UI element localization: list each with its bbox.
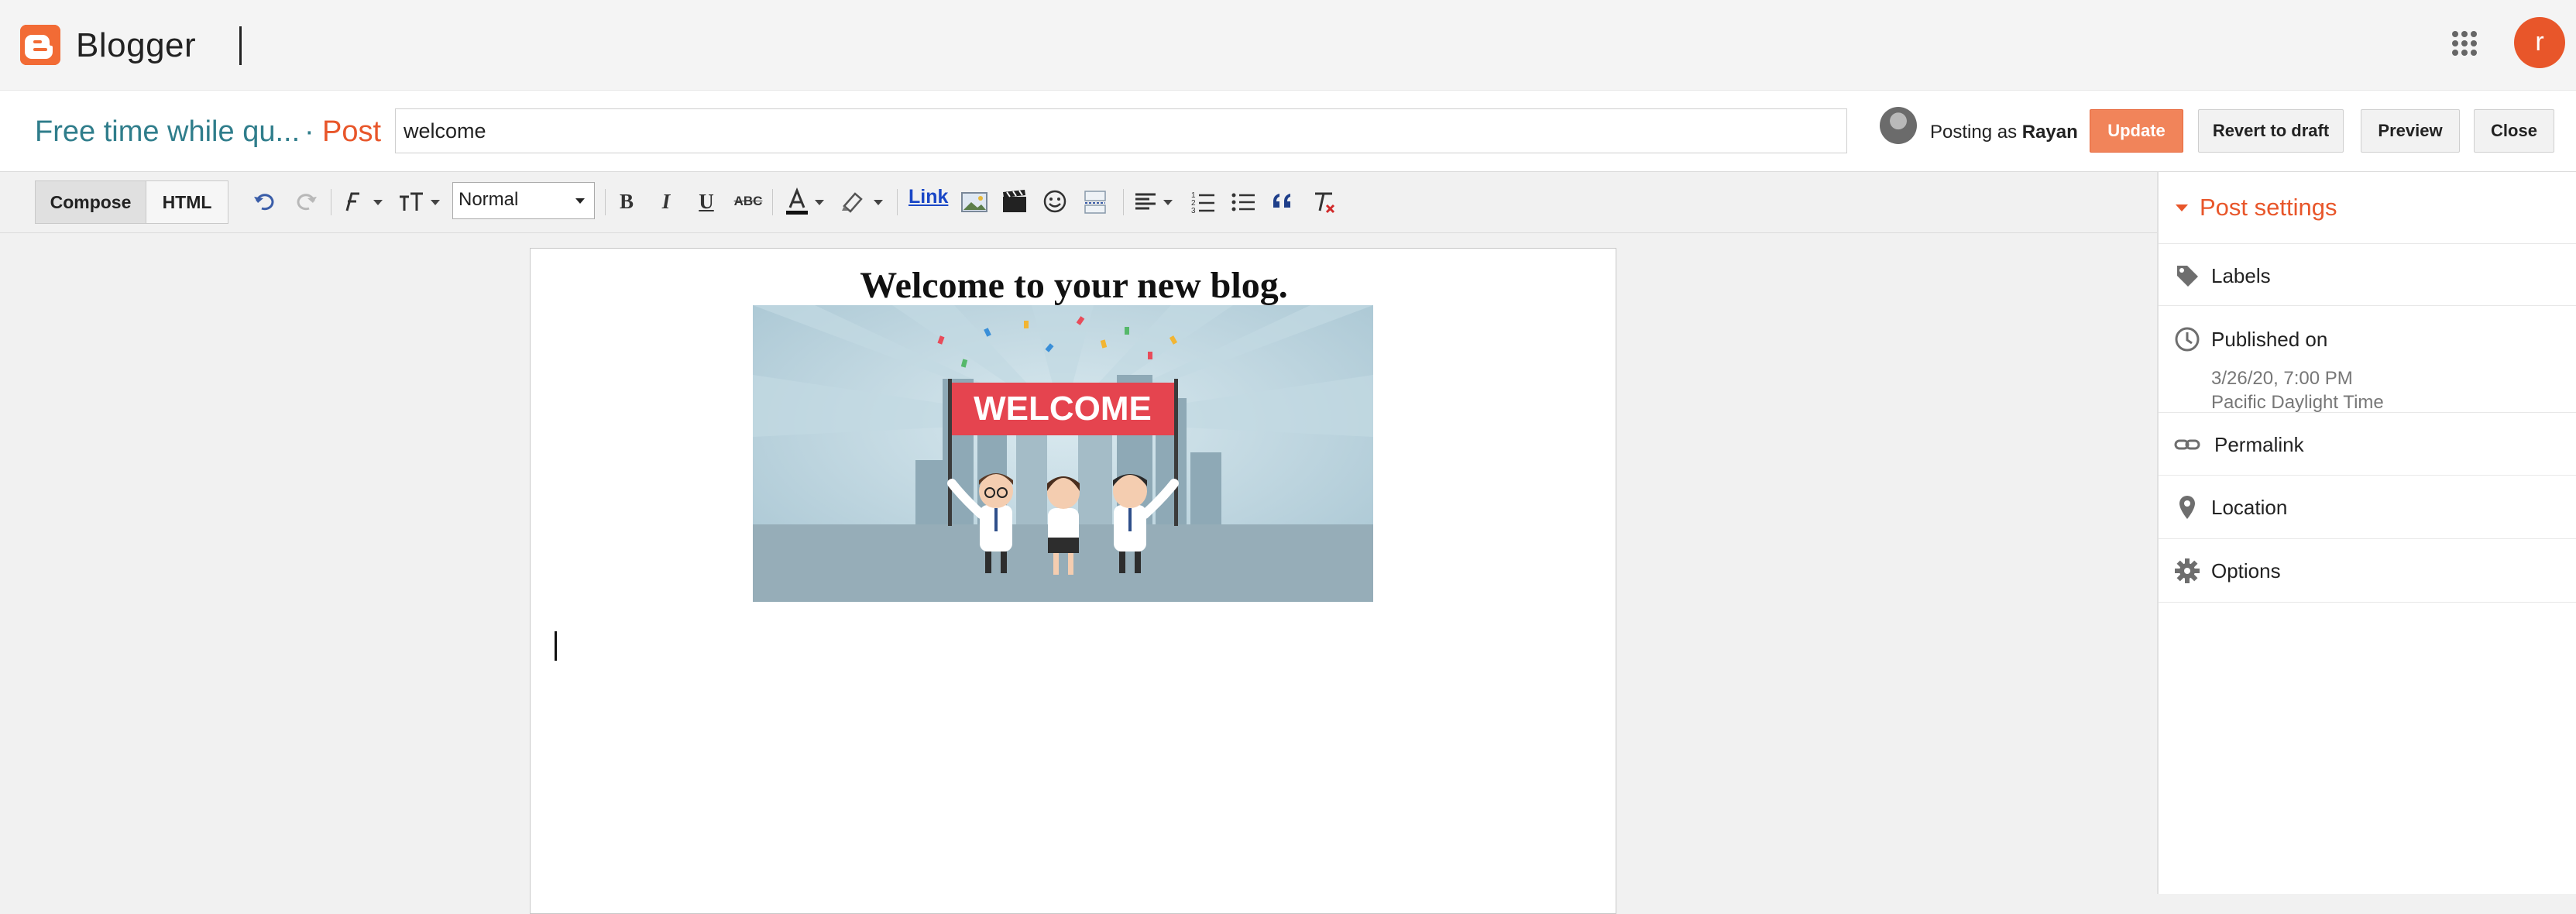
banner-text: WELCOME (974, 390, 1152, 428)
svg-text:3: 3 (1191, 207, 1196, 215)
revert-to-draft-button[interactable]: Revert to draft (2198, 109, 2344, 153)
align-caret-icon[interactable] (1163, 200, 1173, 205)
toolbar-separator (772, 189, 773, 215)
text-cursor (555, 631, 557, 661)
account-avatar[interactable]: r (2514, 17, 2565, 68)
italic-icon[interactable]: I (654, 184, 678, 218)
sidebar-item-label: Published on (2211, 328, 2328, 351)
location-pin-icon (2174, 494, 2200, 521)
chevron-down-icon (575, 198, 585, 204)
font-size-icon[interactable] (398, 184, 424, 218)
clear-formatting-icon[interactable] (1310, 184, 1338, 218)
brand-name: Blogger (76, 26, 197, 64)
apps-grid-icon[interactable] (2449, 28, 2480, 59)
undo-icon[interactable] (252, 184, 278, 218)
video-icon[interactable] (1001, 184, 1029, 218)
welcome-banner-image[interactable]: WELCOME (753, 305, 1373, 602)
highlight-icon[interactable] (840, 184, 866, 218)
font-size-caret-icon[interactable] (431, 200, 440, 205)
bold-icon[interactable]: B (615, 184, 638, 218)
posting-as-text: Posting as Rayan (1930, 122, 2078, 143)
breadcrumb-post: Post (322, 115, 382, 148)
compose-mode-button[interactable]: Compose (36, 181, 146, 223)
posting-as-prefix: Posting as (1930, 122, 2018, 143)
bullet-list-icon[interactable] (1230, 184, 1256, 218)
html-mode-button[interactable]: HTML (146, 181, 228, 223)
sidebar-item-labels[interactable]: Labels (2159, 244, 2576, 306)
clock-icon (2174, 326, 2200, 352)
sidebar-item-published-on[interactable]: Published on 3/26/20, 7:00 PM Pacific Da… (2159, 306, 2576, 413)
label-tag-icon (2174, 263, 2200, 289)
gear-icon (2174, 558, 2200, 584)
brand-divider (239, 26, 242, 65)
editor-mode-switch: Compose HTML (35, 180, 228, 224)
link-icon (2174, 431, 2200, 458)
insert-link-button[interactable]: Link (908, 186, 948, 208)
image-icon[interactable] (960, 184, 988, 218)
author-name: Rayan (2021, 122, 2078, 143)
update-button[interactable]: Update (2090, 109, 2183, 153)
numbered-list-icon[interactable]: 123 (1190, 184, 1216, 218)
emoji-icon[interactable] (1042, 184, 1068, 218)
post-heading[interactable]: Welcome to your new blog. (531, 264, 1617, 307)
sidebar-item-label: Permalink (2214, 433, 2304, 456)
sidebar-item-label: Labels (2211, 264, 2271, 287)
editor-toolbar: Compose HTML Normal B I U ABC Link 1 2 3 (0, 172, 2157, 233)
text-color-caret-icon[interactable] (815, 200, 824, 205)
quote-icon[interactable] (1270, 184, 1297, 218)
post-title-input[interactable] (395, 108, 1847, 153)
post-settings-header[interactable]: Post settings (2159, 172, 2576, 244)
post-settings-sidebar: Post settings Labels Published on 3/26/2… (2157, 172, 2576, 894)
sidebar-item-permalink[interactable]: Permalink (2159, 413, 2576, 476)
font-caret-icon[interactable] (373, 200, 383, 205)
font-icon[interactable] (341, 184, 364, 218)
sidebar-item-label: Options (2211, 559, 2281, 582)
toolbar-separator (605, 189, 606, 215)
redo-icon[interactable] (293, 184, 319, 218)
preview-button[interactable]: Preview (2361, 109, 2460, 153)
toolbar-separator (897, 189, 898, 215)
toolbar-separator (1123, 189, 1124, 215)
blog-name-link[interactable]: Free time while qu... (35, 115, 300, 149)
format-select-value: Normal (459, 189, 519, 210)
sidebar-item-location[interactable]: Location (2159, 476, 2576, 539)
highlight-caret-icon[interactable] (874, 200, 883, 205)
top-app-bar: Blogger r (0, 0, 2576, 91)
author-avatar (1880, 107, 1917, 144)
post-header-bar: Free time while qu... · Post Posting as … (0, 91, 2576, 172)
sidebar-item-options[interactable]: Options (2159, 539, 2576, 603)
strikethrough-icon[interactable]: ABC (733, 184, 764, 218)
blogger-logo-icon[interactable] (20, 25, 60, 65)
post-settings-title: Post settings (2200, 194, 2337, 221)
text-color-icon[interactable] (784, 184, 810, 218)
jump-break-icon[interactable] (1081, 184, 1109, 218)
paragraph-format-select[interactable]: Normal (452, 182, 595, 219)
close-button[interactable]: Close (2474, 109, 2554, 153)
post-body-editor[interactable]: Welcome to your new blog. WELCOME (530, 248, 1616, 914)
align-icon[interactable] (1132, 184, 1159, 218)
breadcrumb-separator: · (304, 115, 314, 148)
published-timezone: Pacific Daylight Time (2211, 392, 2384, 413)
collapse-caret-icon[interactable] (2176, 204, 2188, 211)
sidebar-item-label: Location (2211, 496, 2288, 519)
published-date: 3/26/20, 7:00 PM (2211, 368, 2353, 389)
underline-icon[interactable]: U (695, 184, 718, 218)
